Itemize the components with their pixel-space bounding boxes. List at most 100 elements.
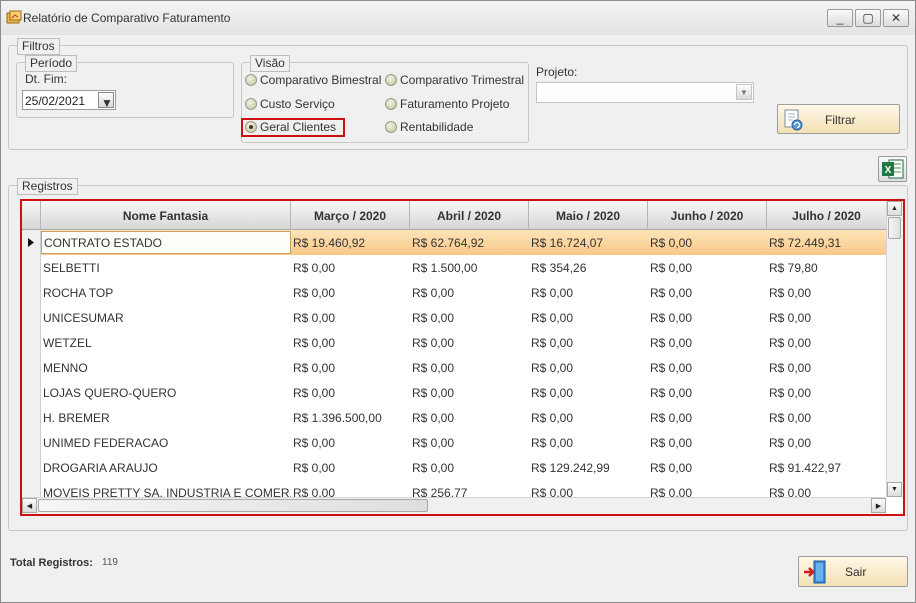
cell-value[interactable]: R$ 0,00 xyxy=(529,330,648,355)
cell-value[interactable]: R$ 0,00 xyxy=(648,305,767,330)
vertical-scroll-thumb[interactable] xyxy=(888,217,901,239)
cell-value[interactable]: R$ 0,00 xyxy=(529,380,648,405)
table-row[interactable]: SELBETTI R$ 0,00 R$ 1.500,00 R$ 354,26 R… xyxy=(22,255,886,280)
project-select[interactable]: ▼ xyxy=(536,82,754,103)
cell-value[interactable]: R$ 19.460,92 xyxy=(291,230,410,255)
cell-value[interactable]: R$ 0,00 xyxy=(529,430,648,455)
cell-value[interactable]: R$ 0,00 xyxy=(410,380,529,405)
cell-value[interactable]: R$ 0,00 xyxy=(767,430,885,455)
cell-value[interactable]: R$ 0,00 xyxy=(291,330,410,355)
cell-value[interactable]: R$ 0,00 xyxy=(648,230,767,255)
cell-value[interactable]: R$ 0,00 xyxy=(767,305,885,330)
exit-button[interactable]: Sair xyxy=(798,556,908,587)
radio-faturamento-projeto[interactable]: Faturamento Projeto xyxy=(385,97,509,111)
cell-value[interactable]: R$ 0,00 xyxy=(410,355,529,380)
cell-value[interactable]: R$ 91.422,97 xyxy=(767,455,885,480)
cell-value[interactable]: R$ 0,00 xyxy=(648,405,767,430)
cell-value[interactable]: R$ 0,00 xyxy=(410,405,529,430)
cell-value[interactable]: R$ 0,00 xyxy=(529,280,648,305)
scroll-left-button[interactable]: ◀ xyxy=(22,498,37,513)
radio-custo-servico[interactable]: Custo Serviço xyxy=(245,97,335,111)
cell-value[interactable]: R$ 0,00 xyxy=(291,255,410,280)
cell-value[interactable]: R$ 0,00 xyxy=(529,305,648,330)
cell-nome-fantasia[interactable]: DROGARIA ARAUJO xyxy=(41,455,291,480)
cell-nome-fantasia[interactable]: ROCHA TOP xyxy=(41,280,291,305)
column-header[interactable]: Abril / 2020 xyxy=(410,201,529,230)
records-grid[interactable]: Nome Fantasia Março / 2020 Abril / 2020 … xyxy=(20,199,905,516)
cell-value[interactable]: R$ 0,00 xyxy=(291,305,410,330)
cell-value[interactable]: R$ 0,00 xyxy=(529,355,648,380)
column-header[interactable]: Nome Fantasia xyxy=(41,201,291,230)
horizontal-scrollbar[interactable]: ◀ ▶ xyxy=(22,497,886,514)
table-row[interactable]: CONTRATO ESTADO R$ 19.460,92 R$ 62.764,9… xyxy=(22,230,886,255)
cell-value[interactable]: R$ 0,00 xyxy=(648,455,767,480)
cell-nome-fantasia[interactable]: UNIMED FEDERACAO xyxy=(41,430,291,455)
scroll-right-button[interactable]: ▶ xyxy=(871,498,886,513)
column-header[interactable]: Julho / 2020 xyxy=(767,201,886,230)
cell-nome-fantasia[interactable]: CONTRATO ESTADO xyxy=(41,231,291,254)
cell-nome-fantasia[interactable]: SELBETTI xyxy=(41,255,291,280)
maximize-button[interactable]: ▢ xyxy=(855,9,881,27)
export-excel-button[interactable]: X xyxy=(878,156,907,182)
table-row[interactable]: MENNO R$ 0,00 R$ 0,00 R$ 0,00 R$ 0,00 R$… xyxy=(22,355,886,380)
end-date-field[interactable]: 25/02/2021 ▼ xyxy=(22,90,116,110)
column-header[interactable]: Maio / 2020 xyxy=(529,201,648,230)
date-dropdown-button[interactable]: ▼ xyxy=(98,92,114,110)
table-row[interactable]: WETZEL R$ 0,00 R$ 0,00 R$ 0,00 R$ 0,00 R… xyxy=(22,330,886,355)
cell-value[interactable]: R$ 0,00 xyxy=(410,455,529,480)
cell-value[interactable]: R$ 16.724,07 xyxy=(529,230,648,255)
cell-nome-fantasia[interactable]: WETZEL xyxy=(41,330,291,355)
close-button[interactable]: ✕ xyxy=(883,9,909,27)
cell-value[interactable]: R$ 0,00 xyxy=(767,405,885,430)
cell-value[interactable]: R$ 129.242,99 xyxy=(529,455,648,480)
cell-value[interactable]: R$ 0,00 xyxy=(648,430,767,455)
radio-rentabilidade[interactable]: Rentabilidade xyxy=(385,120,473,134)
cell-value[interactable]: R$ 0,00 xyxy=(767,380,885,405)
cell-value[interactable]: R$ 0,00 xyxy=(291,455,410,480)
cell-value[interactable]: R$ 0,00 xyxy=(291,430,410,455)
table-row[interactable]: UNIMED FEDERACAO R$ 0,00 R$ 0,00 R$ 0,00… xyxy=(22,430,886,455)
cell-nome-fantasia[interactable]: LOJAS QUERO-QUERO xyxy=(41,380,291,405)
scroll-up-button[interactable]: ▲ xyxy=(887,201,902,216)
radio-comparativo-trimestral[interactable]: Comparativo Trimestral xyxy=(385,73,524,87)
table-row[interactable]: LOJAS QUERO-QUERO R$ 0,00 R$ 0,00 R$ 0,0… xyxy=(22,380,886,405)
minimize-button[interactable]: _ xyxy=(827,9,853,27)
cell-value[interactable]: R$ 0,00 xyxy=(648,380,767,405)
cell-value[interactable]: R$ 0,00 xyxy=(648,330,767,355)
cell-nome-fantasia[interactable]: H. BREMER xyxy=(41,405,291,430)
cell-value[interactable]: R$ 72.449,31 xyxy=(767,230,885,255)
cell-value[interactable]: R$ 0,00 xyxy=(410,330,529,355)
radio-comparativo-bimestral[interactable]: Comparativo Bimestral xyxy=(245,73,381,87)
cell-value[interactable]: R$ 1.500,00 xyxy=(410,255,529,280)
cell-nome-fantasia[interactable]: MENNO xyxy=(41,355,291,380)
cell-value[interactable]: R$ 0,00 xyxy=(767,355,885,380)
vertical-scrollbar[interactable]: ▲ ▼ xyxy=(886,201,903,497)
cell-nome-fantasia[interactable]: UNICESUMAR xyxy=(41,305,291,330)
column-header[interactable]: Março / 2020 xyxy=(291,201,410,230)
cell-value[interactable]: R$ 1.396.500,00 xyxy=(291,405,410,430)
cell-value[interactable]: R$ 0,00 xyxy=(291,355,410,380)
cell-value[interactable]: R$ 0,00 xyxy=(767,280,885,305)
table-row[interactable]: UNICESUMAR R$ 0,00 R$ 0,00 R$ 0,00 R$ 0,… xyxy=(22,305,886,330)
filter-button[interactable]: Filtrar xyxy=(777,104,900,134)
project-dropdown-button[interactable]: ▼ xyxy=(736,84,752,100)
cell-value[interactable]: R$ 0,00 xyxy=(410,430,529,455)
table-row[interactable]: H. BREMER R$ 1.396.500,00 R$ 0,00 R$ 0,0… xyxy=(22,405,886,430)
cell-value[interactable]: R$ 0,00 xyxy=(648,280,767,305)
cell-value[interactable]: R$ 0,00 xyxy=(648,355,767,380)
cell-value[interactable]: R$ 79,80 xyxy=(767,255,885,280)
cell-value[interactable]: R$ 0,00 xyxy=(410,280,529,305)
cell-value[interactable]: R$ 0,00 xyxy=(767,330,885,355)
column-header[interactable]: Junho / 2020 xyxy=(648,201,767,230)
cell-value[interactable]: R$ 0,00 xyxy=(291,280,410,305)
scroll-down-button[interactable]: ▼ xyxy=(887,482,902,497)
cell-value[interactable]: R$ 62.764,92 xyxy=(410,230,529,255)
table-row[interactable]: DROGARIA ARAUJO R$ 0,00 R$ 0,00 R$ 129.2… xyxy=(22,455,886,480)
cell-value[interactable]: R$ 0,00 xyxy=(648,255,767,280)
cell-value[interactable]: R$ 0,00 xyxy=(410,305,529,330)
cell-value[interactable]: R$ 0,00 xyxy=(291,380,410,405)
cell-value[interactable]: R$ 354,26 xyxy=(529,255,648,280)
table-row[interactable]: ROCHA TOP R$ 0,00 R$ 0,00 R$ 0,00 R$ 0,0… xyxy=(22,280,886,305)
cell-value[interactable]: R$ 0,00 xyxy=(529,405,648,430)
horizontal-scroll-thumb[interactable] xyxy=(38,499,428,512)
